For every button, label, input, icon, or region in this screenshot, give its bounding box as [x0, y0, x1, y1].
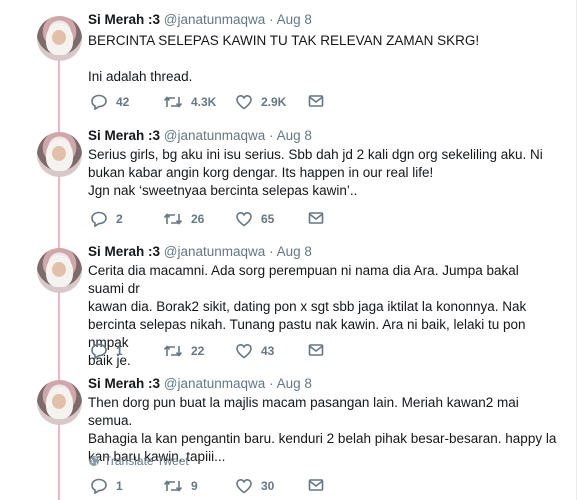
retweet-icon — [163, 96, 183, 108]
tweet-date[interactable]: Aug 8 — [277, 12, 312, 27]
avatar[interactable] — [37, 248, 82, 293]
translate-label: Translate Tweet — [104, 454, 189, 468]
heart-icon — [236, 478, 252, 494]
reply-icon — [91, 211, 107, 227]
retweet-count: 9 — [191, 479, 198, 493]
reply-count: 2 — [116, 212, 123, 226]
reply-count: 1 — [116, 479, 123, 493]
user-name[interactable]: Si Merah :3 — [88, 376, 160, 391]
avatar[interactable] — [37, 380, 82, 425]
like-button[interactable]: 65 — [235, 211, 274, 227]
tweet[interactable]: Si Merah :3 @janatunmaqwa · Aug 8 Serius… — [0, 124, 577, 240]
heart-icon — [236, 343, 252, 359]
retweet-count: 22 — [191, 344, 205, 358]
user-handle[interactable]: @janatunmaqwa — [164, 244, 266, 259]
translate-tweet-link[interactable]: Translate Tweet — [88, 454, 189, 468]
tweet[interactable]: Si Merah :3 @janatunmaqwa · Aug 8 BERCIN… — [0, 0, 577, 124]
tweet[interactable]: Si Merah :3 @janatunmaqwa · Aug 8 Cerita… — [0, 240, 577, 372]
like-count: 30 — [261, 479, 275, 493]
envelope-icon — [308, 479, 324, 491]
retweet-button[interactable]: 26 — [163, 211, 204, 227]
heart-icon — [236, 211, 252, 227]
avatar[interactable] — [37, 132, 82, 177]
like-count: 43 — [261, 344, 275, 358]
user-name[interactable]: Si Merah :3 — [88, 128, 160, 143]
tweet-header: Si Merah :3 @janatunmaqwa · Aug 8 — [88, 376, 312, 391]
reply-icon — [91, 478, 107, 494]
user-handle[interactable]: @janatunmaqwa — [164, 376, 266, 391]
tweet-date[interactable]: Aug 8 — [277, 128, 312, 143]
like-button[interactable]: 2.9K — [235, 94, 286, 110]
like-button[interactable]: 30 — [235, 478, 274, 494]
reply-button[interactable]: 1 — [90, 343, 123, 359]
reply-count: 42 — [116, 95, 130, 109]
direct-message-button[interactable] — [308, 94, 324, 108]
reply-button[interactable]: 42 — [90, 94, 129, 110]
direct-message-button[interactable] — [308, 211, 324, 225]
direct-message-button[interactable] — [308, 343, 324, 357]
tweet-header: Si Merah :3 @janatunmaqwa · Aug 8 — [88, 128, 312, 143]
retweet-icon — [163, 345, 183, 357]
tweet-date[interactable]: Aug 8 — [277, 376, 312, 391]
retweet-icon — [163, 480, 183, 492]
reply-button[interactable]: 2 — [90, 211, 123, 227]
user-handle[interactable]: @janatunmaqwa — [164, 12, 266, 27]
reply-icon — [91, 343, 107, 359]
tweet-header: Si Merah :3 @janatunmaqwa · Aug 8 — [88, 12, 312, 27]
tweet[interactable]: Si Merah :3 @janatunmaqwa · Aug 8 Then d… — [0, 372, 577, 500]
retweet-count: 4.3K — [191, 95, 217, 109]
retweet-count: 26 — [191, 212, 205, 226]
envelope-icon — [308, 212, 324, 224]
like-button[interactable]: 43 — [235, 343, 274, 359]
user-name[interactable]: Si Merah :3 — [88, 244, 160, 259]
user-handle[interactable]: @janatunmaqwa — [164, 128, 266, 143]
retweet-icon — [163, 213, 183, 225]
avatar[interactable] — [37, 16, 82, 61]
envelope-icon — [308, 95, 324, 107]
retweet-button[interactable]: 9 — [163, 478, 198, 494]
retweet-button[interactable]: 22 — [163, 343, 204, 359]
retweet-button[interactable]: 4.3K — [163, 94, 216, 110]
tweet-header: Si Merah :3 @janatunmaqwa · Aug 8 — [88, 244, 312, 259]
envelope-icon — [308, 344, 324, 356]
like-count: 65 — [261, 212, 275, 226]
reply-button[interactable]: 1 — [90, 478, 123, 494]
tweet-text: Serius girls, bg aku ini isu serius. Sbb… — [88, 147, 543, 198]
direct-message-button[interactable] — [308, 478, 324, 492]
like-count: 2.9K — [261, 95, 287, 109]
user-name[interactable]: Si Merah :3 — [88, 12, 160, 27]
reply-count: 1 — [116, 344, 123, 358]
reply-icon — [91, 94, 107, 110]
tweet-text: BERCINTA SELEPAS KAWIN TU TAK RELEVAN ZA… — [88, 33, 480, 84]
globe-icon — [89, 456, 99, 466]
tweet-date[interactable]: Aug 8 — [277, 244, 312, 259]
heart-icon — [236, 94, 252, 110]
